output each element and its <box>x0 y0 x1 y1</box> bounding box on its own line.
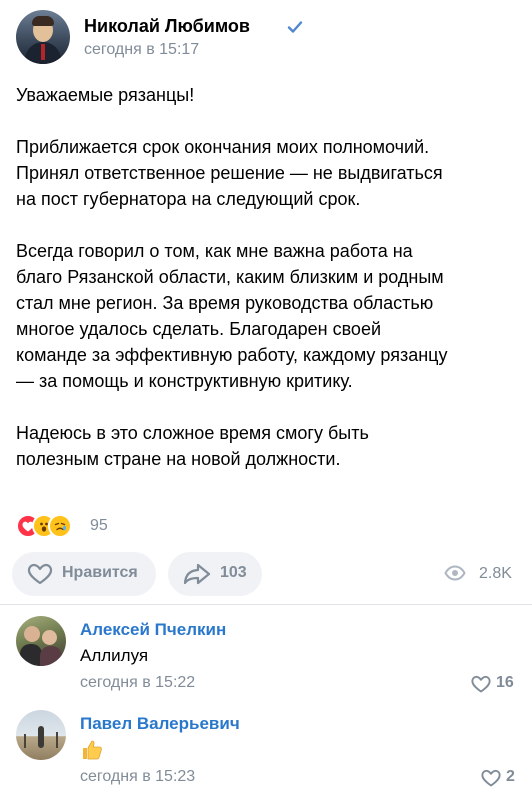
eye-icon <box>444 565 466 581</box>
avatar[interactable] <box>16 710 66 760</box>
comment: Павел Валерьевич сегодня в 15:23 2 <box>16 708 516 792</box>
divider <box>0 604 532 605</box>
post-text: Уважаемые рязанцы! Приближается срок око… <box>16 82 516 498</box>
heart-outline-icon <box>471 675 491 693</box>
paragraph: Уважаемые рязанцы! <box>16 85 195 105</box>
comment-time: сегодня в 15:22 <box>80 674 196 691</box>
heart-outline-icon <box>27 563 53 585</box>
comment-author[interactable]: Павел Валерьевич <box>80 714 240 734</box>
sad-reaction-icon <box>48 514 72 538</box>
share-arrow-icon <box>183 563 211 585</box>
reactions-count: 95 <box>90 517 108 534</box>
comment-text: Аллилуя <box>80 646 149 665</box>
share-count: 103 <box>220 564 247 581</box>
comment-like-button[interactable]: 16 <box>466 672 516 694</box>
post-header: Николай Любимов сегодня в 15:17 <box>16 10 516 66</box>
views-counter: 2.8K <box>444 562 524 586</box>
comment-author[interactable]: Алексей Пчелкин <box>80 620 226 640</box>
paragraph: Надеюсь в это сложное время смогу быть п… <box>16 423 369 469</box>
comment-like-count: 16 <box>496 674 514 691</box>
paragraph: Всегда говорил о том, как мне важна рабо… <box>16 241 448 391</box>
paragraph: Приближается срок окончания моих полномо… <box>16 137 443 209</box>
verified-icon <box>287 21 303 33</box>
heart-outline-icon <box>481 769 501 787</box>
author-name[interactable]: Николай Любимов <box>84 16 250 37</box>
comment-like-count: 2 <box>506 768 515 785</box>
comment: Алексей Пчелкин Аллилуя сегодня в 15:22 … <box>16 614 516 698</box>
thumbs-up-icon <box>83 740 102 760</box>
author-avatar[interactable] <box>16 10 70 64</box>
like-label: Нравится <box>62 564 138 581</box>
like-button[interactable]: Нравится <box>12 552 156 596</box>
views-count: 2.8K <box>479 565 512 582</box>
avatar[interactable] <box>16 616 66 666</box>
comment-like-button[interactable]: 2 <box>476 766 516 788</box>
share-button[interactable]: 103 <box>168 552 262 596</box>
post-time[interactable]: сегодня в 15:17 <box>84 41 199 59</box>
comment-time: сегодня в 15:23 <box>80 768 196 785</box>
